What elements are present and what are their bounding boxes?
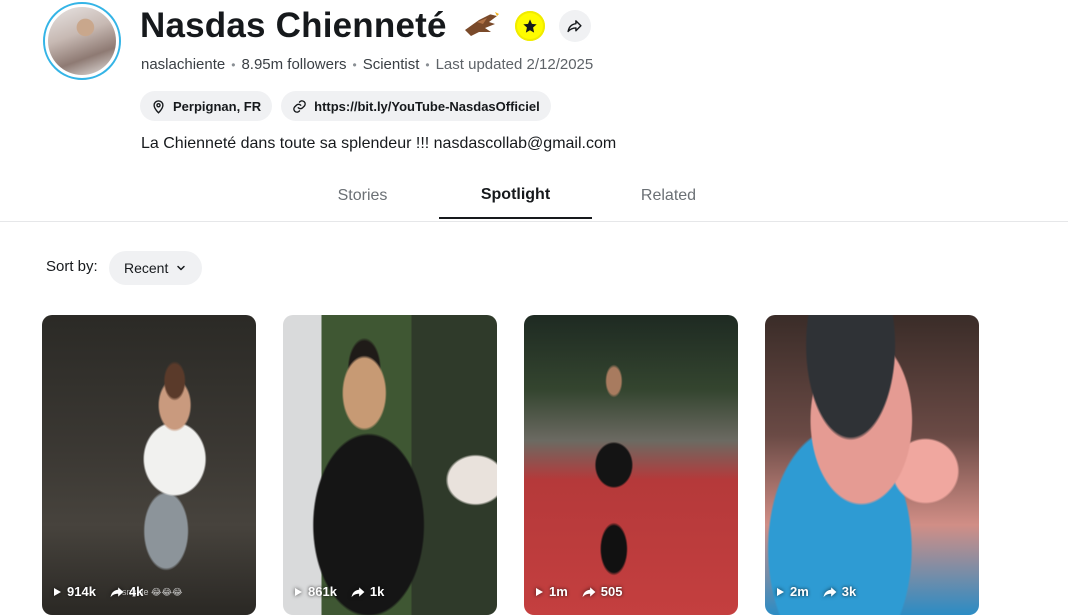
link-icon	[293, 99, 306, 113]
chevron-down-icon	[177, 265, 186, 271]
view-count: 914k	[67, 584, 96, 599]
location-chip[interactable]: Perpignan, FR	[140, 91, 273, 121]
location-label: Perpignan, FR	[173, 98, 262, 114]
profile-tabs: Stories Spotlight Related	[286, 173, 745, 219]
tabs-divider	[0, 221, 1068, 222]
profile-title-row: Nasdas Chienneté	[140, 4, 591, 48]
share-arrow-icon	[567, 19, 582, 32]
spotlight-video-card[interactable]: 1m 505	[524, 315, 738, 615]
separator-dot: •	[425, 57, 430, 72]
location-pin-icon	[153, 99, 164, 114]
profile-name: Nasdas Chienneté	[140, 6, 447, 45]
tab-spotlight[interactable]: Spotlight	[439, 173, 592, 219]
profile-bio: La Chienneté dans toute sa splendeur !!!…	[141, 135, 617, 152]
view-count: 2m	[790, 584, 809, 599]
website-link-label: https://bit.ly/YouTube-NasdasOfficiel	[314, 98, 540, 114]
share-count-icon	[823, 586, 837, 597]
share-count: 1k	[369, 584, 385, 599]
profile-meta: naslachiente • 8.95m followers • Scienti…	[141, 56, 593, 73]
share-count-icon	[351, 586, 365, 597]
profile-last-updated: Last updated 2/12/2025	[435, 56, 594, 73]
star-badge-icon	[514, 11, 545, 41]
play-icon	[777, 587, 784, 596]
share-count: 505	[600, 584, 623, 599]
share-count: 3k	[841, 584, 857, 599]
separator-dot: •	[231, 57, 236, 72]
avatar-image	[48, 7, 116, 75]
share-button[interactable]	[558, 10, 591, 42]
spotlight-video-card[interactable]: 861k 1k	[283, 315, 497, 615]
eagle-emoji-icon	[464, 12, 499, 36]
play-icon	[54, 587, 61, 596]
tab-related[interactable]: Related	[592, 173, 745, 219]
sort-dropdown[interactable]: Recent	[109, 251, 203, 285]
share-count-icon	[582, 586, 596, 597]
play-icon	[295, 587, 302, 596]
video-stats: 2m 3k	[775, 584, 856, 599]
tab-stories[interactable]: Stories	[286, 173, 439, 219]
profile-chips: Perpignan, FR https://bit.ly/YouTube-Nas…	[140, 91, 551, 121]
view-count: 1m	[549, 584, 568, 599]
profile-username: naslachiente	[141, 56, 226, 73]
profile-avatar[interactable]	[43, 2, 121, 80]
video-stats: 861k 1k	[293, 584, 384, 599]
video-stats: 1m 505	[534, 584, 623, 599]
spotlight-video-card[interactable]: sngale 😂😂😂 914k 4k	[42, 315, 256, 615]
spotlight-video-card[interactable]: 2m 3k	[765, 315, 979, 615]
separator-dot: •	[352, 57, 357, 72]
view-count: 861k	[308, 584, 337, 599]
profile-followers: 8.95m followers	[241, 56, 347, 73]
website-link-chip[interactable]: https://bit.ly/YouTube-NasdasOfficiel	[281, 91, 551, 121]
video-stats: 914k 4k	[52, 584, 143, 599]
share-count-icon	[110, 586, 124, 597]
share-count: 4k	[128, 584, 144, 599]
sort-value: Recent	[124, 260, 169, 276]
play-icon	[536, 587, 543, 596]
sort-label: Sort by:	[46, 258, 98, 275]
profile-category: Scientist	[362, 56, 420, 73]
